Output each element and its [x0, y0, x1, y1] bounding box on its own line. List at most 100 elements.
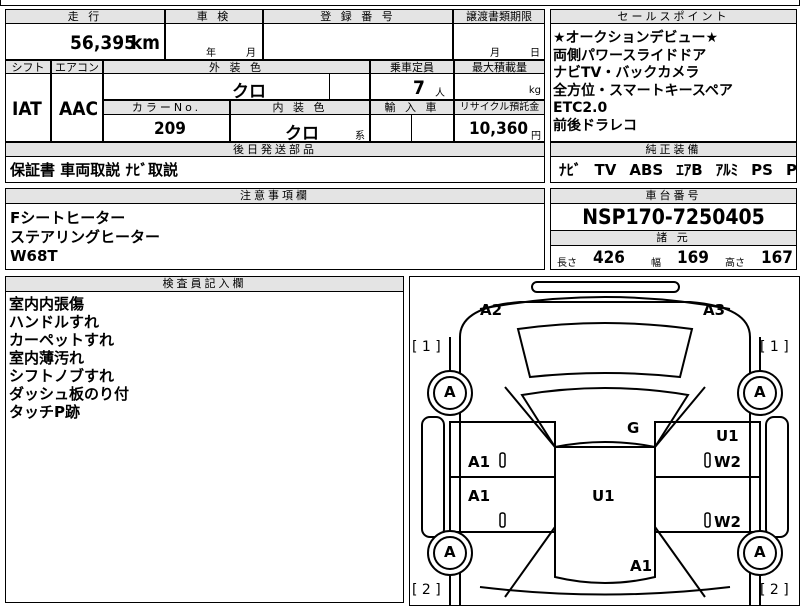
later-parts-value: 保証書 車両取説 ﾅﾋﾞ取説 [10, 161, 178, 179]
note-line: W68T [10, 247, 58, 265]
mileage-header: 走 行 [5, 9, 165, 24]
bracket-rear-right: [ 2 ] [760, 582, 789, 598]
left-front-handle [499, 452, 506, 468]
equipment-item: ﾅﾋﾞ [559, 161, 582, 179]
right-front-door-shape [654, 421, 761, 478]
inspector-list: 室内内張傷 ハンドルすれ カーペットすれ 室内薄汚れ シフトノブすれ ダッシュ板のり付 タッ… [9, 295, 403, 421]
inspector-note-line: 室内内張傷 [9, 295, 85, 313]
shift-value: IAT [12, 98, 42, 120]
transfer-doc-header: 譲渡書類期限 [453, 9, 545, 24]
equipment-item: TV [594, 161, 617, 179]
registration-header: 登 録 番 号 [263, 9, 453, 24]
sales-point-line: ETC2.0 [553, 100, 608, 116]
height-label: 高さ [725, 258, 745, 269]
left-rear-handle [499, 512, 506, 528]
import-cell-b [411, 114, 454, 142]
mark-rear-left-wheel: A [444, 543, 456, 561]
aircon-cell: AAC [51, 73, 103, 142]
shift-cell: IAT [5, 73, 51, 142]
bracket-rear-left: [ 2 ] [412, 582, 441, 598]
front-corner-lines [449, 337, 761, 377]
mark-right-front-lower: W2 [714, 453, 741, 471]
left-front-door-shape [449, 421, 556, 478]
recycle-unit: 円 [531, 131, 541, 142]
mark-front-right-wheel: A [754, 383, 766, 401]
body-outline-shape [459, 301, 751, 605]
bracket-front-left: [ 1 ] [412, 339, 441, 355]
recycle-header: リサイクル預託金 [454, 100, 545, 115]
front-grille-shape [531, 281, 680, 293]
notes-box: Fシートヒーター ステアリングヒーター W68T [5, 203, 545, 270]
transfer-day-label: 日 [530, 48, 540, 59]
sales-point-line: ★オークションデビュー★ [553, 30, 719, 46]
mark-front-left-corner: A2 [480, 301, 503, 319]
mark-front-left-wheel: A [444, 383, 456, 401]
shaken-year-label: 年 [206, 48, 216, 59]
interior-color-suffix: 系 [355, 131, 365, 142]
left-rear-door-shape [449, 476, 556, 533]
recycle-value: 10,360 [468, 119, 528, 139]
exterior-color-value: クロ [232, 82, 266, 100]
mileage-cell: 56,395 km [5, 23, 165, 60]
inspector-note-line: ハンドルすれ [9, 313, 100, 331]
sales-points-list: ★オークションデビュー★ 両側パワースライドドア ナビTV・バックカメラ 全方位・スマ… [553, 30, 796, 135]
inspector-box: 室内内張傷 ハンドルすれ カーペットすれ 室内薄汚れ シフトノブすれ ダッシュ板のり付 タッ… [5, 291, 404, 603]
bracket-front-right: [ 1 ] [760, 339, 789, 355]
dimensions-cell: 長さ 426 幅 169 高さ 167 [550, 245, 797, 270]
color-no-header: カラーNo. [103, 100, 230, 115]
interior-color-header: 内 装 色 [230, 100, 370, 115]
mark-rear-bumper: A1 [630, 557, 653, 575]
dimensions-header: 諸 元 [550, 230, 797, 246]
length-value: 426 [593, 248, 625, 268]
mark-right-rear-door: W2 [714, 513, 741, 531]
inspector-note-line: カーペットすれ [9, 331, 115, 349]
car-diagram [421, 281, 789, 605]
transfer-month-label: 月 [490, 48, 500, 59]
interior-color-value: クロ [285, 124, 319, 142]
color-no-cell: 209 [103, 114, 230, 142]
equipment-item: PS [751, 161, 773, 179]
import-cell-a [370, 114, 412, 142]
import-header: 輸 入 車 [370, 100, 454, 115]
aircon-value: AAC [59, 98, 99, 120]
sales-point-line: 前後ドラレコ [553, 117, 637, 134]
capacity-unit: 人 [435, 88, 445, 99]
width-value: 169 [677, 248, 709, 268]
rear-corner-lines [449, 567, 761, 605]
top-stub-strip [0, 0, 800, 6]
rear-bumper-shape [479, 586, 731, 596]
chassis-cell: NSP170-7250405 [550, 203, 797, 231]
mark-roof: U1 [592, 487, 615, 505]
chassis-header: 車台番号 [550, 188, 797, 204]
exterior-color-extra-cell [329, 73, 370, 100]
notes-header: 注意事項欄 [5, 188, 545, 204]
hood-shape [516, 322, 694, 379]
mark-right-front-upper: U1 [716, 427, 739, 445]
interior-color-cell: クロ 系 [230, 114, 370, 142]
right-front-handle [704, 452, 711, 468]
equipment-list: ﾅﾋﾞ TV ABS ｴｱB ｱﾙﾐ PS PW [559, 161, 796, 179]
capacity-value: 7 [413, 77, 425, 99]
sales-point-line: 全方位・スマートキースペア [553, 82, 733, 99]
mileage-unit: km [130, 32, 160, 54]
note-line: Fシートヒーター [10, 209, 126, 227]
right-rear-door-shape [654, 476, 761, 533]
mark-left-front-door: A1 [468, 453, 491, 471]
transfer-doc-cell: 月 日 [453, 23, 545, 60]
inspector-header: 検査員記入欄 [5, 276, 404, 292]
color-no-value: 209 [154, 119, 186, 139]
aircon-header: エアコン [51, 60, 103, 74]
length-label: 長さ [557, 258, 577, 269]
capacity-cell: 7 人 [370, 73, 454, 100]
registration-cell [263, 23, 453, 60]
max-load-header: 最大積載量 [454, 60, 545, 74]
inspector-note-line: シフトノブすれ [9, 367, 115, 385]
right-rear-handle [704, 512, 711, 528]
equipment-item: ABS [629, 161, 664, 179]
car-diagram-frame: A2 A3 G U1 A1 A1 U1 W2 W2 A1 A A A A [ 1… [409, 276, 800, 606]
equipment-header: 純正装備 [550, 142, 797, 157]
left-pillar-shape [504, 386, 556, 598]
note-line: ステアリングヒーター [10, 228, 161, 246]
mark-front-right-corner: A3 [703, 301, 726, 319]
sales-point-line: 両側パワースライドドア [553, 47, 707, 64]
